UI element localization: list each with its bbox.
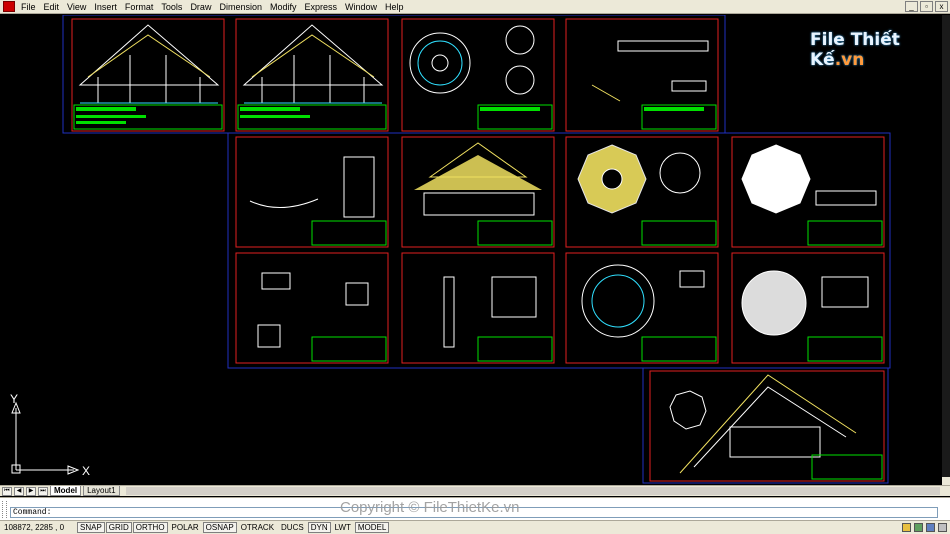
status-grid-button[interactable]: GRID <box>105 522 132 533</box>
status-ducs-button[interactable]: DUCS <box>278 522 307 533</box>
sheet-roof-plan-white <box>731 136 885 248</box>
sheet-details-beams <box>565 18 719 132</box>
menu-window[interactable]: Window <box>341 0 381 14</box>
sheet-tile-plan <box>731 252 885 364</box>
close-button[interactable]: x <box>935 1 948 12</box>
menu-edit[interactable]: Edit <box>40 0 64 14</box>
menu-insert[interactable]: Insert <box>90 0 121 14</box>
status-osnap-button[interactable]: OSNAP <box>202 522 237 533</box>
status-ortho-button[interactable]: ORTHO <box>132 522 168 533</box>
sheet-plan-rings <box>401 18 555 132</box>
menu-view[interactable]: View <box>63 0 90 14</box>
status-tray <box>902 523 947 532</box>
window-controls: _ ▫ x <box>905 1 948 12</box>
tab-model[interactable]: Model <box>50 486 82 496</box>
menu-format[interactable]: Format <box>121 0 158 14</box>
clean-screen-icon[interactable] <box>938 523 947 532</box>
ucs-icon: Y X <box>10 392 90 478</box>
last-tab-icon[interactable]: ⏭ <box>38 486 48 496</box>
menu-modify[interactable]: Modify <box>266 0 301 14</box>
command-grip[interactable] <box>2 501 7 518</box>
settings-icon[interactable] <box>926 523 935 532</box>
tab-layout1[interactable]: Layout1 <box>83 486 120 496</box>
sheet-section-large <box>649 370 885 482</box>
sheet-group-frame-bottom <box>642 367 889 484</box>
ucs-x-label: X <box>82 464 90 478</box>
sheet-roof-joint <box>235 136 389 248</box>
menu-dimension[interactable]: Dimension <box>215 0 266 14</box>
status-otrack-button[interactable]: OTRACK <box>237 522 278 533</box>
vertical-scrollbar[interactable] <box>942 15 950 485</box>
coordinate-readout: 108872, 2285 , 0 <box>4 523 65 532</box>
status-polar-button[interactable]: POLAR <box>168 522 202 533</box>
first-tab-icon[interactable]: ⏮ <box>2 486 12 496</box>
sheet-pillar-details <box>401 252 555 364</box>
menu-bar: File Edit View Insert Format Tools Draw … <box>0 0 950 14</box>
sheet-section-a <box>71 18 225 132</box>
layout-tab-bar: ⏮ ◀ ▶ ⏭ Model Layout1 <box>0 485 950 496</box>
scroll-down-icon[interactable] <box>942 477 950 485</box>
next-tab-icon[interactable]: ▶ <box>26 486 36 496</box>
sheet-foundation-plan <box>565 252 719 364</box>
command-window: Command: Copyright © FileThietKe.vn <box>0 497 950 520</box>
horizontal-scrollbar[interactable] <box>125 487 940 495</box>
status-snap-button[interactable]: SNAP <box>77 522 105 533</box>
restore-button[interactable]: ▫ <box>920 1 933 12</box>
site-logo: File Thiết Kế.vn <box>810 30 950 70</box>
drawing-canvas[interactable]: Y X File Thiết Kế.vn <box>0 15 950 485</box>
lock-icon[interactable] <box>902 523 911 532</box>
menu-draw[interactable]: Draw <box>186 0 215 14</box>
sheet-column-details <box>235 252 389 364</box>
sheet-roof-plan-yellow <box>565 136 719 248</box>
menu-file[interactable]: File <box>17 0 40 14</box>
logo-suffix: .vn <box>834 50 865 70</box>
autocad-app-icon[interactable] <box>3 1 15 12</box>
menu-tools[interactable]: Tools <box>157 0 186 14</box>
status-dyn-button[interactable]: DYN <box>307 522 331 533</box>
status-model-button[interactable]: MODEL <box>354 522 390 533</box>
status-lwt-button[interactable]: LWT <box>331 522 354 533</box>
communication-icon[interactable] <box>914 523 923 532</box>
minimize-button[interactable]: _ <box>905 1 918 12</box>
ucs-y-label: Y <box>10 392 18 406</box>
sheet-section-b <box>235 18 389 132</box>
sheet-elevation <box>401 136 555 248</box>
menu-help[interactable]: Help <box>381 0 408 14</box>
status-bar: 108872, 2285 , 0 SNAP GRID ORTHO POLAR O… <box>0 520 950 534</box>
watermark-text: Copyright © FileThietKe.vn <box>340 499 520 516</box>
prev-tab-icon[interactable]: ◀ <box>14 486 24 496</box>
menu-express[interactable]: Express <box>301 0 342 14</box>
sheet-group-frame-top <box>62 15 726 134</box>
